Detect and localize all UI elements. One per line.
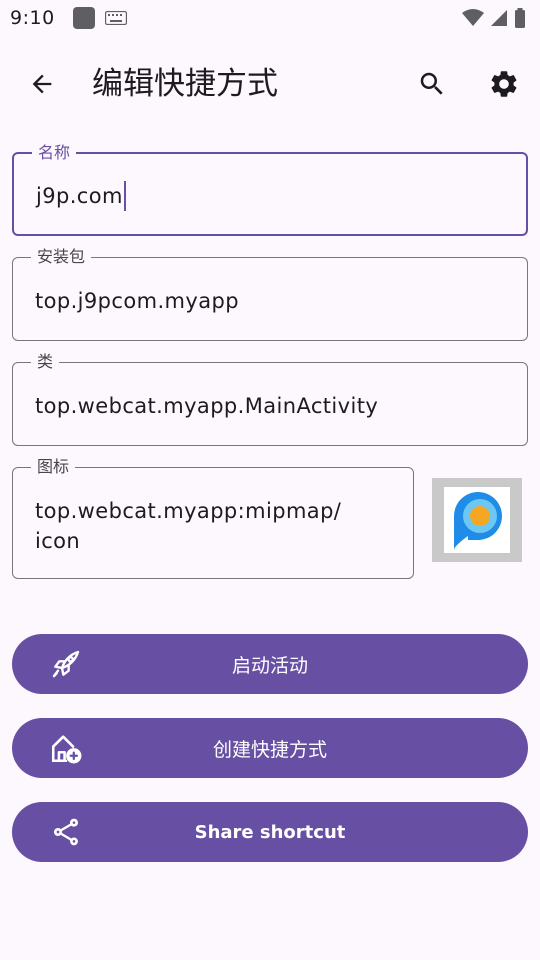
- status-time: 9:10: [10, 7, 55, 29]
- arrow-back-icon: [32, 74, 52, 94]
- package-field[interactable]: 安装包 top.j9pcom.myapp: [12, 246, 528, 341]
- share-shortcut-label: Share shortcut: [194, 821, 346, 843]
- icon-field[interactable]: 图标 top.webcat.myapp:mipmap/ icon: [12, 456, 414, 579]
- icon-preview[interactable]: [432, 478, 522, 562]
- app-logo-icon: [454, 492, 502, 550]
- create-shortcut-button[interactable]: 创建快捷方式: [12, 718, 528, 778]
- name-field-value-wrap: j9p.com: [36, 181, 126, 211]
- battery-icon: [515, 8, 525, 28]
- name-field-value: j9p.com: [36, 184, 123, 208]
- class-field-value: top.webcat.myapp.MainActivity: [35, 394, 379, 418]
- share-shortcut-button[interactable]: Share shortcut: [12, 802, 528, 862]
- search-icon: [420, 72, 443, 95]
- home-add-icon: [48, 730, 84, 766]
- class-field[interactable]: 类 top.webcat.myapp.MainActivity: [12, 351, 528, 446]
- rocket-icon: [48, 646, 84, 682]
- back-button[interactable]: [22, 64, 62, 104]
- app-icon-image: [444, 487, 510, 553]
- icon-field-value: top.webcat.myapp:mipmap/ icon: [35, 499, 342, 553]
- icon-field-label: 图标: [31, 456, 76, 478]
- launch-activity-button[interactable]: 启动活动: [12, 634, 528, 694]
- gear-icon: [491, 71, 517, 97]
- package-field-value: top.j9pcom.myapp: [35, 289, 239, 313]
- text-cursor: [123, 181, 126, 211]
- name-field-label: 名称: [32, 142, 77, 164]
- top-app-bar: 编辑快捷方式: [0, 50, 540, 118]
- page-title: 编辑快捷方式: [92, 66, 278, 102]
- search-button[interactable]: [412, 64, 452, 104]
- share-icon: [48, 814, 84, 850]
- create-shortcut-label: 创建快捷方式: [212, 738, 327, 761]
- package-field-label: 安装包: [31, 246, 92, 268]
- launch-activity-label: 启动活动: [231, 654, 308, 677]
- status-bar: 9:10: [0, 0, 540, 36]
- wifi-icon: [462, 9, 484, 26]
- signal-icon: [491, 10, 507, 26]
- settings-button[interactable]: [484, 64, 524, 104]
- class-field-label: 类: [31, 351, 60, 373]
- app-square-icon: [72, 7, 95, 29]
- keyboard-icon: [104, 11, 127, 25]
- name-field[interactable]: 名称 j9p.com: [12, 142, 528, 236]
